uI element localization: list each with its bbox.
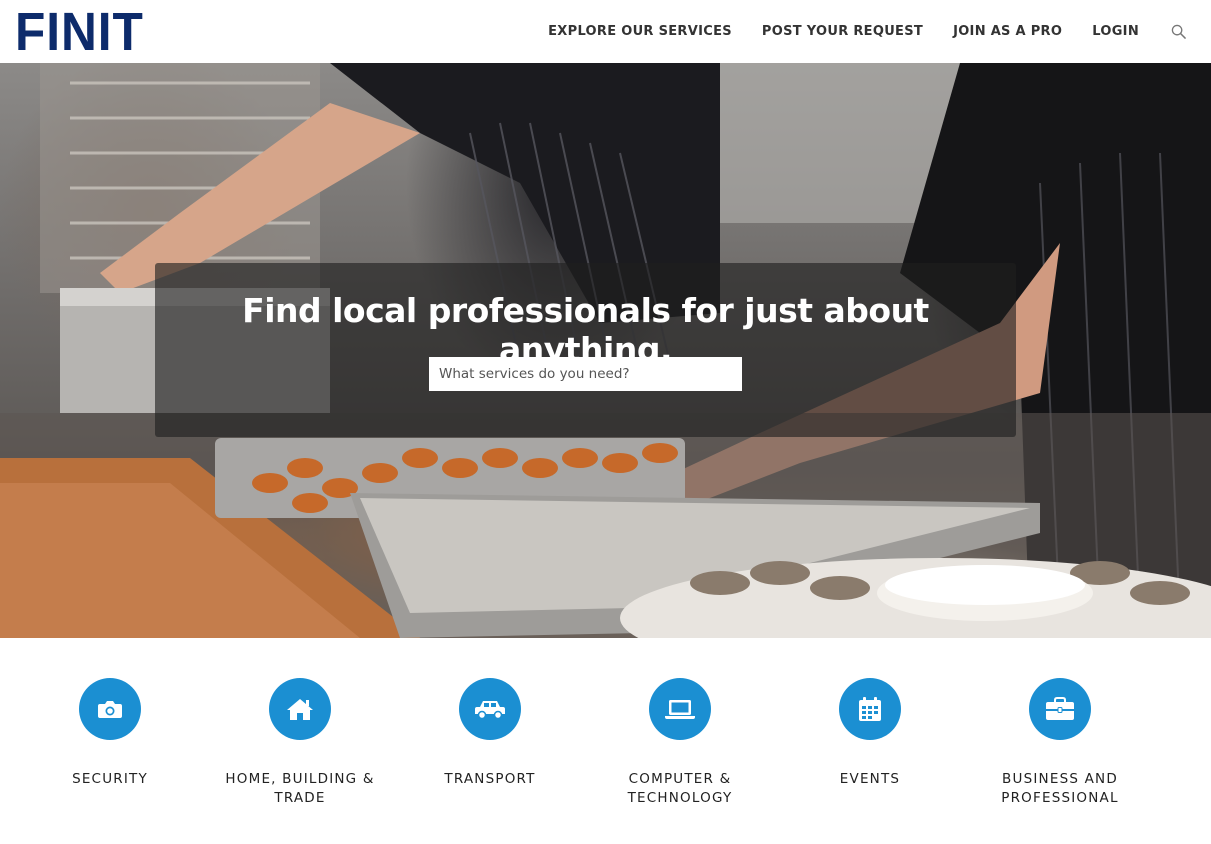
- category-computer-technology[interactable]: COMPUTER & TECHNOLOGY: [585, 678, 775, 808]
- nav-explore-services[interactable]: EXPLORE OUR SERVICES: [548, 24, 732, 39]
- main-nav: EXPLORE OUR SERVICES POST YOUR REQUEST J…: [548, 0, 1211, 63]
- hero-banner: Find local professionals for just about …: [0, 63, 1211, 638]
- category-label: SECURITY: [72, 771, 148, 787]
- nav-login[interactable]: LOGIN: [1092, 24, 1139, 39]
- hero-search-panel: Find local professionals for just about …: [155, 263, 1016, 437]
- category-security[interactable]: SECURITY: [15, 678, 205, 789]
- site-header: FINIT EXPLORE OUR SERVICES POST YOUR REQ…: [0, 0, 1211, 63]
- search-icon[interactable]: [1169, 23, 1187, 41]
- category-label: BUSINESS AND PROFESSIONAL: [1001, 771, 1119, 806]
- category-label: EVENTS: [839, 771, 901, 787]
- briefcase-icon: [1029, 678, 1091, 740]
- car-icon: [459, 678, 521, 740]
- nav-post-request[interactable]: POST YOUR REQUEST: [762, 24, 923, 39]
- camera-icon: [79, 678, 141, 740]
- site-logo[interactable]: FINIT: [15, 4, 144, 60]
- category-business-professional[interactable]: BUSINESS AND PROFESSIONAL: [965, 678, 1155, 808]
- category-events[interactable]: EVENTS: [775, 678, 965, 789]
- category-home-building-trade[interactable]: HOME, BUILDING & TRADE: [205, 678, 395, 808]
- category-label: HOME, BUILDING & TRADE: [225, 771, 375, 806]
- category-transport[interactable]: TRANSPORT: [395, 678, 585, 789]
- calendar-icon: [839, 678, 901, 740]
- laptop-icon: [649, 678, 711, 740]
- house-icon: [269, 678, 331, 740]
- service-search-input[interactable]: [429, 357, 742, 391]
- nav-join-as-pro[interactable]: JOIN AS A PRO: [953, 24, 1062, 39]
- category-label: COMPUTER & TECHNOLOGY: [627, 771, 733, 806]
- category-label: TRANSPORT: [444, 771, 536, 787]
- service-categories: SECURITY HOME, BUILDING & TRADE TRANSPOR…: [0, 638, 1211, 844]
